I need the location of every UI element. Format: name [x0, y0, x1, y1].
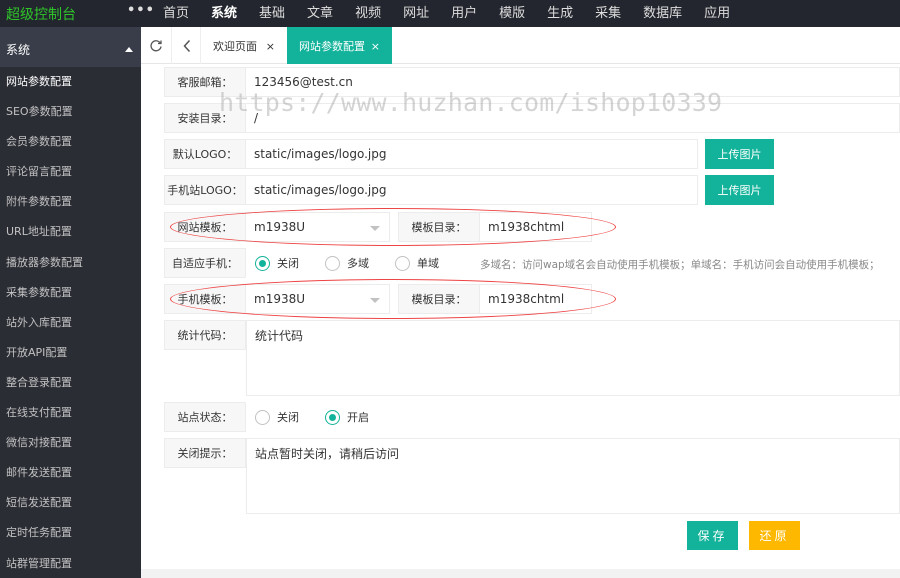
site-status-option-on[interactable]: 开启	[325, 409, 369, 425]
sidebar-item-cron-config[interactable]: 定时任务配置	[0, 518, 141, 548]
more-icon[interactable]: •••	[127, 3, 155, 18]
sidebar-item-import-config[interactable]: 站外入库配置	[0, 308, 141, 338]
top-bar: 超级控制台 ••• 首页 系统 基础 文章 视频 网址 用户 模版 生成 采集 …	[0, 0, 900, 27]
sidebar-item-member-config[interactable]: 会员参数配置	[0, 127, 141, 157]
adaptive-option-off[interactable]: 关闭	[255, 255, 299, 271]
top-nav-template[interactable]: 模版	[488, 0, 536, 27]
tab-site-config-label: 网站参数配置	[299, 40, 365, 53]
top-nav-url[interactable]: 网址	[392, 0, 440, 27]
save-button[interactable]: 保存	[687, 521, 738, 550]
email-label: 客服邮箱：	[164, 67, 246, 97]
tab-welcome[interactable]: 欢迎页面 ×	[200, 27, 287, 64]
top-nav-database[interactable]: 数据库	[632, 0, 693, 27]
radio-unchecked-icon	[325, 255, 340, 271]
sidebar-section-header[interactable]: 系统	[0, 27, 141, 67]
sidebar-item-attachment-config[interactable]: 附件参数配置	[0, 187, 141, 217]
top-nav-collect[interactable]: 采集	[584, 0, 632, 27]
top-nav-article[interactable]: 文章	[296, 0, 344, 27]
stat-code-label: 统计代码：	[164, 320, 246, 350]
top-nav-system[interactable]: 系统	[200, 0, 248, 27]
annotation-oval	[170, 208, 616, 246]
sidebar-item-email-config[interactable]: 邮件发送配置	[0, 458, 141, 488]
adaptive-option-single-label: 单域	[417, 257, 439, 270]
radio-unchecked-icon	[395, 255, 410, 271]
sidebar-item-api-config[interactable]: 开放API配置	[0, 338, 141, 368]
site-status-label: 站点状态：	[164, 402, 246, 432]
adaptive-label: 自适应手机：	[164, 248, 246, 278]
sidebar-item-player-config[interactable]: 播放器参数配置	[0, 248, 141, 278]
site-status-option-off[interactable]: 关闭	[255, 409, 299, 425]
tab-site-config[interactable]: 网站参数配置 ×	[287, 27, 392, 64]
logo-label: 默认LOGO：	[164, 139, 246, 169]
footer-strip	[141, 569, 900, 578]
top-nav-basic[interactable]: 基础	[248, 0, 296, 27]
top-nav-apps[interactable]: 应用	[693, 0, 741, 27]
sidebar-item-url-config[interactable]: URL地址配置	[0, 217, 141, 247]
sidebar-item-site-config[interactable]: 网站参数配置	[0, 67, 141, 97]
upload-mobile-logo-button[interactable]: 上传图片	[705, 175, 774, 205]
site-status-radio-group: 关闭 开启	[255, 409, 395, 425]
top-nav: 首页 系统 基础 文章 视频 网址 用户 模版 生成 采集 数据库 应用	[152, 0, 741, 27]
close-icon[interactable]: ×	[371, 27, 380, 66]
adaptive-hint: 多域名：访问wap域名会自动使用手机模板；单域名：手机访问会自动使用手机模板；	[480, 259, 880, 271]
install-dir-field[interactable]: /	[246, 103, 900, 133]
annotation-oval	[170, 279, 616, 319]
refresh-icon[interactable]	[141, 27, 171, 64]
close-tip-label: 关闭提示：	[164, 438, 246, 468]
adaptive-option-off-label: 关闭	[277, 257, 299, 270]
logo-field[interactable]: static/images/logo.jpg	[246, 139, 698, 169]
mobile-logo-label: 手机站LOGO：	[164, 175, 246, 205]
sidebar-item-login-config[interactable]: 整合登录配置	[0, 368, 141, 398]
sidebar-item-seo-config[interactable]: SEO参数配置	[0, 97, 141, 127]
sidebar-item-collect-config[interactable]: 采集参数配置	[0, 278, 141, 308]
stat-code-textarea[interactable]: 统计代码	[246, 320, 900, 396]
top-nav-user[interactable]: 用户	[440, 0, 488, 27]
site-status-option-off-label: 关闭	[277, 411, 299, 424]
close-icon[interactable]: ×	[266, 27, 275, 66]
radio-unchecked-icon	[255, 409, 270, 425]
sidebar: 系统 网站参数配置 SEO参数配置 会员参数配置 评论留言配置 附件参数配置 U…	[0, 27, 141, 578]
adaptive-option-multi[interactable]: 多域	[325, 255, 369, 271]
tab-welcome-label: 欢迎页面	[213, 40, 257, 53]
caret-up-icon	[125, 47, 133, 52]
top-nav-home[interactable]: 首页	[152, 0, 200, 27]
tab-bar: 欢迎页面 × 网站参数配置 ×	[141, 27, 900, 64]
close-tip-textarea[interactable]: 站点暂时关闭，请稍后访问	[246, 438, 900, 514]
main-content: 客服邮箱： 123456@test.cn 安装目录： / 默认LOGO： sta…	[141, 65, 900, 578]
top-nav-generate[interactable]: 生成	[536, 0, 584, 27]
install-dir-label: 安装目录：	[164, 103, 246, 133]
adaptive-option-multi-label: 多域	[347, 257, 369, 270]
adaptive-radio-group: 关闭 多域 单域	[255, 255, 465, 271]
sidebar-section-label: 系统	[6, 43, 31, 57]
mobile-logo-field[interactable]: static/images/logo.jpg	[246, 175, 698, 205]
sidebar-item-payment-config[interactable]: 在线支付配置	[0, 398, 141, 428]
email-field[interactable]: 123456@test.cn	[246, 67, 900, 97]
sidebar-item-sms-config[interactable]: 短信发送配置	[0, 488, 141, 518]
sidebar-item-wechat-config[interactable]: 微信对接配置	[0, 428, 141, 458]
upload-logo-button[interactable]: 上传图片	[705, 139, 774, 169]
adaptive-option-single[interactable]: 单域	[395, 255, 439, 271]
brand-title[interactable]: 超级控制台	[6, 4, 76, 24]
chevron-left-icon[interactable]	[171, 27, 201, 64]
site-status-option-on-label: 开启	[347, 411, 369, 424]
radio-checked-icon	[325, 409, 340, 425]
sidebar-item-sites-config[interactable]: 站群管理配置	[0, 549, 141, 578]
sidebar-item-comment-config[interactable]: 评论留言配置	[0, 157, 141, 187]
top-nav-video[interactable]: 视频	[344, 0, 392, 27]
reset-button[interactable]: 还原	[749, 521, 800, 550]
radio-checked-icon	[255, 255, 270, 271]
